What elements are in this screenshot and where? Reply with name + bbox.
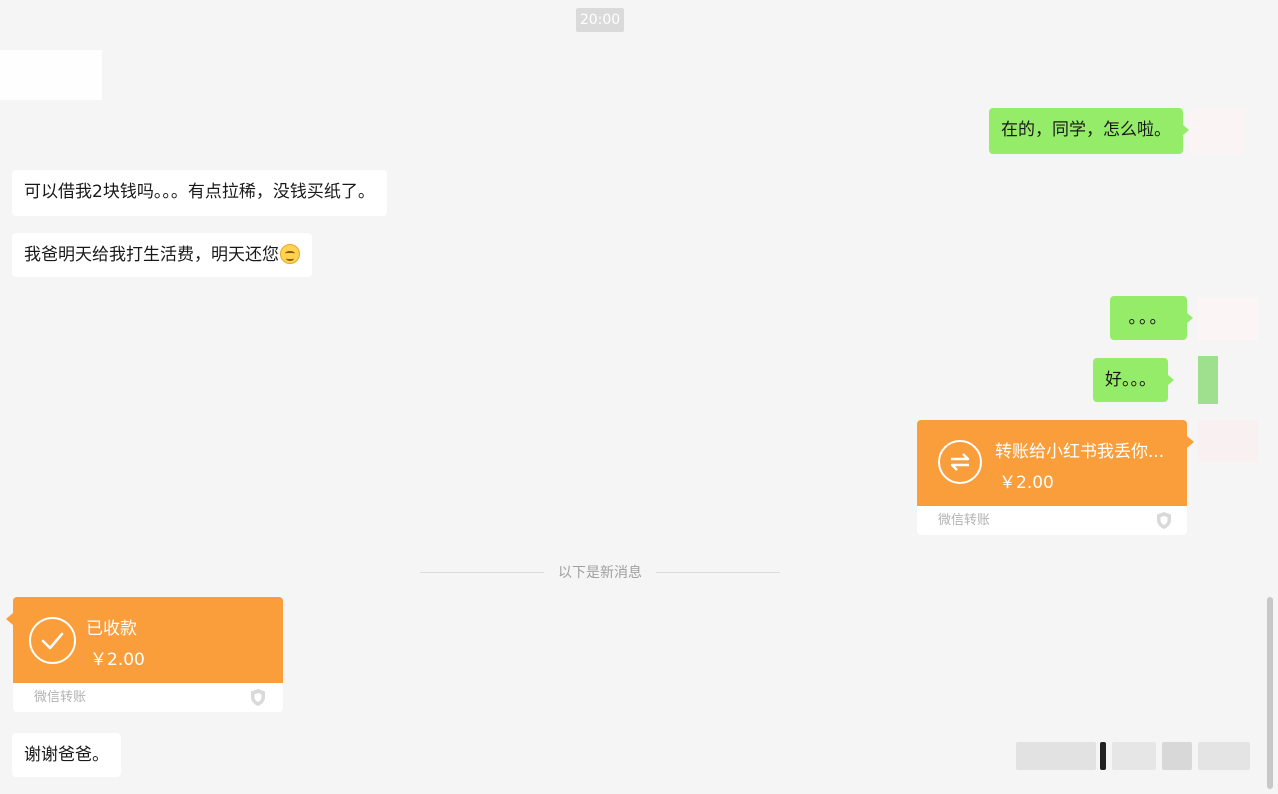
transfer-card-footer: 微信转账	[917, 506, 1187, 535]
shield-icon	[1157, 512, 1171, 529]
received-message-bubble[interactable]: 可以借我2块钱吗。。。有点拉稀，没钱买纸了。	[12, 170, 387, 216]
received-message-bubble[interactable]: 谢谢爸爸。	[12, 733, 121, 777]
message-text: 在的，同学，怎么啦。	[1001, 120, 1171, 140]
message-text: 可以借我2块钱吗。。。有点拉稀，没钱买纸了。	[24, 182, 375, 202]
transfer-arrows-icon	[938, 440, 982, 484]
message-text: 谢谢爸爸。	[24, 745, 109, 765]
transfer-card-footer: 微信转账	[13, 683, 283, 712]
sent-message-bubble[interactable]: 好。。。	[1093, 358, 1174, 402]
check-circle-icon	[29, 617, 76, 664]
blurred-avatar	[1198, 420, 1258, 462]
divider-line	[420, 571, 544, 573]
transfer-footer-label: 微信转账	[938, 513, 991, 528]
transfer-card-body: 转账给小红书我丢你... ￥2.00	[917, 420, 1194, 506]
shield-icon	[251, 689, 265, 706]
transfer-title: 已收款	[86, 619, 137, 639]
smile-emoji-icon	[280, 244, 300, 264]
transfer-amount: ￥2.00	[90, 650, 145, 670]
received-message-bubble[interactable]: 我爸明天给我打生活费，明天还您	[12, 233, 312, 277]
blurred-avatar	[1198, 298, 1258, 340]
blurred-watermark	[1016, 738, 1256, 774]
blurred-avatar	[1190, 108, 1245, 154]
transfer-card-sent[interactable]: 转账给小红书我丢你... ￥2.00 微信转账	[917, 420, 1194, 535]
sent-message-bubble[interactable]: 在的，同学，怎么啦。	[989, 108, 1189, 154]
transfer-card-body: 已收款 ￥2.00	[6, 597, 283, 683]
message-text: 我爸明天给我打生活费，明天还您	[24, 245, 279, 265]
transfer-title: 转账给小红书我丢你...	[995, 442, 1165, 462]
message-timestamp: 20:00	[576, 8, 624, 32]
transfer-card-received[interactable]: 已收款 ￥2.00 微信转账	[6, 597, 283, 712]
new-messages-label: 以下是新消息	[558, 565, 642, 581]
message-text: 好。。。	[1105, 370, 1156, 390]
divider-line	[656, 571, 780, 573]
new-messages-divider: 以下是新消息	[420, 561, 780, 583]
blurred-avatar	[0, 50, 102, 100]
scrollbar[interactable]	[1267, 597, 1273, 789]
message-text: 。。。	[1128, 308, 1169, 328]
transfer-amount: ￥2.00	[999, 473, 1054, 493]
transfer-footer-label: 微信转账	[34, 690, 87, 705]
sent-message-bubble[interactable]: 。。。	[1110, 296, 1193, 340]
chat-window: 20:00 在的，同学，怎么啦。 可以借我2块钱吗。。。有点拉稀，没钱买纸了。 …	[0, 0, 1278, 794]
blurred-avatar	[1198, 356, 1218, 404]
